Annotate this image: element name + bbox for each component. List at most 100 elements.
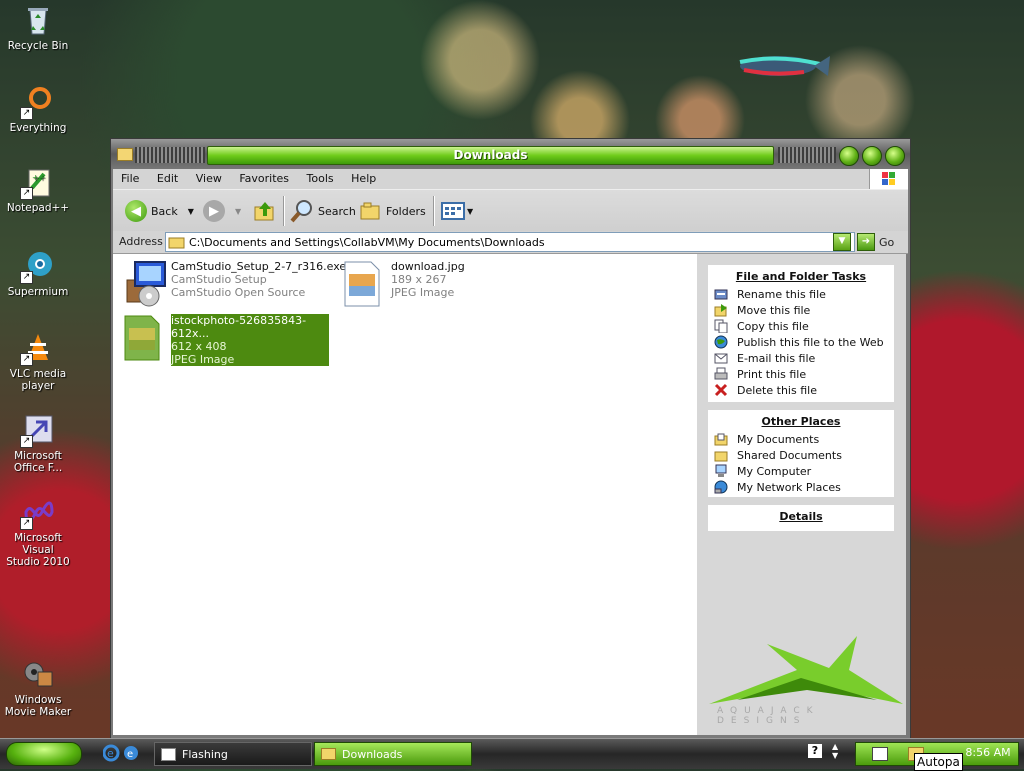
file-item[interactable]: download.jpg 189 x 267 JPEG Image	[339, 260, 465, 308]
menu-bar: File Edit View Favorites Tools Help	[113, 169, 908, 189]
place-my-documents[interactable]: My Documents	[708, 431, 894, 447]
other-places-title[interactable]: Other Places	[708, 410, 894, 428]
toolbar: ◀ Back ▼ ▶ ▼ Search Folders ▼	[113, 189, 908, 233]
folders-button[interactable]: Folders	[359, 198, 426, 224]
everything-icon: ↗	[20, 86, 54, 120]
supermium-icon: ↗	[20, 250, 54, 284]
forward-button[interactable]: ▶ ▼	[203, 198, 241, 224]
go-button[interactable]: ➜ Go	[857, 233, 894, 251]
movie-maker-icon	[22, 658, 54, 690]
taskbar-button-downloads[interactable]: Downloads	[314, 742, 472, 766]
search-icon	[290, 200, 312, 223]
details-title[interactable]: Details	[708, 505, 894, 523]
place-shared-documents[interactable]: Shared Documents	[708, 447, 894, 463]
title-grip	[778, 147, 836, 163]
task-label: Downloads	[342, 747, 403, 761]
desktop-icon-notepadpp[interactable]: ++ ↗ Notepad++	[4, 166, 72, 214]
chevron-down-icon[interactable]: ▼	[188, 207, 194, 216]
visual-studio-icon: ↗	[20, 496, 54, 530]
back-label: Back	[151, 204, 178, 218]
taskbar-button-flashing[interactable]: Flashing	[154, 742, 312, 766]
svg-text:e: e	[107, 747, 114, 760]
desktop-icon-movie-maker[interactable]: Windows Movie Maker	[4, 658, 72, 718]
desktop-icon-label: Notepad++	[6, 202, 70, 214]
toolbar-separator	[433, 196, 435, 226]
menu-file[interactable]: File	[113, 169, 145, 185]
task-label: Publish this file to the Web	[737, 335, 884, 349]
file-type: JPEG Image	[171, 353, 235, 366]
forward-arrow-icon: ▶	[203, 200, 225, 222]
place-label: My Documents	[737, 432, 820, 446]
jpeg-file-icon	[339, 260, 387, 308]
desktop-icon-visual-studio[interactable]: ↗ Microsoft Visual Studio 2010	[4, 496, 72, 568]
windows-logo-icon	[869, 169, 908, 189]
tray-scroll-icon[interactable]: ▲ ▼	[832, 742, 838, 760]
task-delete[interactable]: Delete this file	[708, 382, 894, 398]
network-places-icon	[714, 480, 728, 494]
svg-text:e: e	[127, 749, 133, 760]
desktop-icon-recycle-bin[interactable]: Recycle Bin	[4, 4, 72, 52]
desktop-icon-label: Everything	[9, 122, 67, 134]
menu-edit[interactable]: Edit	[149, 169, 184, 185]
place-my-network-places[interactable]: My Network Places	[708, 479, 894, 495]
taskbar: e e Flashing Downloads ? ▲ ▼ Autopa 8:56 …	[0, 738, 1024, 771]
close-button[interactable]	[885, 146, 905, 166]
menu-help[interactable]: Help	[343, 169, 382, 185]
file-list-pane[interactable]: CamStudio_Setup_2-7_r316.exe CamStudio S…	[113, 254, 697, 735]
quick-launch: e e	[102, 744, 143, 765]
minimize-button[interactable]	[839, 146, 859, 166]
up-folder-button[interactable]	[253, 198, 277, 224]
desktop-icon-label: Microsoft Visual Studio 2010	[6, 532, 70, 568]
task-pane: File and Folder Tasks Rename this file M…	[697, 254, 906, 735]
task-move[interactable]: Move this file	[708, 302, 894, 318]
file-item[interactable]: CamStudio_Setup_2-7_r316.exe CamStudio S…	[119, 260, 346, 308]
clock[interactable]: 8:56 AM	[960, 743, 1016, 763]
shared-folder-icon	[714, 451, 728, 462]
desktop-icon-label: Microsoft Office F...	[13, 450, 63, 474]
desktop-icon-office[interactable]: ↗ Microsoft Office F...	[4, 414, 72, 474]
desktop-icon-supermium[interactable]: ↗ Supermium	[4, 250, 72, 298]
printer-icon	[714, 367, 728, 380]
my-computer-icon	[715, 464, 727, 477]
window-icon	[161, 747, 176, 761]
file-item-selected[interactable]: istockphoto-526835843-612x... 612 x 408 …	[119, 314, 329, 366]
help-icon[interactable]: ?	[808, 744, 822, 758]
address-path: C:\Documents and Settings\CollabVM\My Do…	[189, 235, 545, 249]
address-dropdown-button[interactable]: ▼	[833, 233, 851, 251]
notepadpp-icon: ++ ↗	[20, 166, 54, 200]
chevron-down-icon[interactable]: ▼	[235, 207, 241, 216]
vlc-icon: ↗	[20, 332, 54, 366]
place-my-computer[interactable]: My Computer	[708, 463, 894, 479]
menu-view[interactable]: View	[188, 169, 228, 185]
file-type: JPEG Image	[391, 286, 455, 299]
search-button[interactable]: Search	[289, 198, 356, 224]
task-email[interactable]: E-mail this file	[708, 350, 894, 366]
start-button[interactable]	[6, 742, 82, 766]
desktop-icon-label: VLC media player	[9, 368, 67, 392]
task-rename[interactable]: Rename this file	[708, 286, 894, 302]
task-copy[interactable]: Copy this file	[708, 318, 894, 334]
explorer-window[interactable]: Downloads File Edit View Favorites Tools…	[110, 138, 911, 740]
installer-icon	[119, 260, 167, 308]
task-label: Flashing	[182, 747, 228, 761]
task-publish[interactable]: Publish this file to the Web	[708, 334, 894, 350]
back-arrow-icon: ◀	[125, 200, 147, 222]
views-button[interactable]: ▼	[441, 198, 473, 224]
back-button[interactable]: ◀ Back ▼	[125, 198, 194, 224]
address-input[interactable]: C:\Documents and Settings\CollabVM\My Do…	[165, 232, 855, 252]
file-company: CamStudio Open Source	[171, 286, 306, 299]
maximize-button[interactable]	[862, 146, 882, 166]
rename-icon	[714, 289, 728, 300]
desktop-icon-everything[interactable]: ↗ Everything	[4, 86, 72, 134]
menu-tools[interactable]: Tools	[299, 169, 340, 185]
tooltip-autopa: Autopa	[914, 753, 963, 771]
tray-window-icon[interactable]	[872, 747, 888, 761]
task-print[interactable]: Print this file	[708, 366, 894, 382]
task-label: Rename this file	[737, 287, 826, 301]
file-folder-tasks-title[interactable]: File and Folder Tasks	[708, 265, 894, 283]
menu-favorites[interactable]: Favorites	[231, 169, 295, 185]
desktop-icon-vlc[interactable]: ↗ VLC media player	[4, 332, 72, 392]
title-bar[interactable]: Downloads	[111, 139, 910, 169]
internet-explorer-icon: e	[102, 744, 120, 762]
place-label: My Network Places	[737, 480, 841, 494]
